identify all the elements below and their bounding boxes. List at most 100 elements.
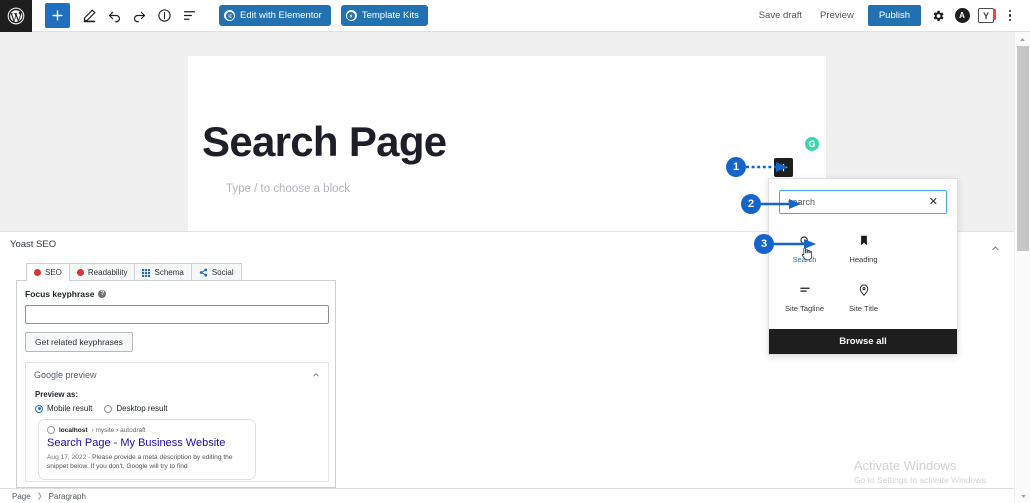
editor-tools-group: Edit with Elementor Template Kits <box>32 3 428 28</box>
redo-icon[interactable] <box>127 3 152 28</box>
radio-label: Desktop result <box>116 404 168 413</box>
scroll-up-arrow-icon[interactable] <box>1015 32 1030 46</box>
block-option-label: Heading <box>849 255 878 264</box>
annotation-number: 1 <box>726 157 746 177</box>
undo-icon[interactable] <box>102 3 127 28</box>
annotation-number: 3 <box>754 234 774 254</box>
breadcrumb-page[interactable]: Page <box>12 492 31 501</box>
tab-label: Schema <box>154 268 184 277</box>
account-avatar[interactable]: A <box>950 4 974 28</box>
focus-keyphrase-label: Focus keyphrase <box>25 289 95 299</box>
red-dot-icon <box>34 269 41 276</box>
preview-as-label: Preview as: <box>35 390 78 399</box>
snippet-date: Aug 17, 2022 <box>47 453 87 461</box>
scrollbar-thumb[interactable] <box>1017 46 1029 251</box>
pencil-icon[interactable] <box>77 3 102 28</box>
annotation-marker-2: 2 <box>741 194 803 214</box>
snippet-breadcrumb: › mysite › autodraft <box>91 426 146 434</box>
wordpress-block-editor: Edit with Elementor Template Kits Save d… <box>0 0 1030 503</box>
preview-button[interactable]: Preview <box>811 10 863 21</box>
yoast-logo: Y <box>978 8 996 23</box>
empty-block-placeholder[interactable]: Type / to choose a block <box>226 183 350 195</box>
preview-as-radio-group: Mobile result Desktop result <box>35 404 168 413</box>
tab-social[interactable]: Social <box>190 263 242 281</box>
radio-label: Mobile result <box>47 404 93 413</box>
google-snippet-preview[interactable]: localhost › mysite › autodraft Search Pa… <box>38 419 256 480</box>
get-related-keyphrases-button[interactable]: Get related keyphrases <box>25 332 133 352</box>
vertical-scrollbar[interactable] <box>1014 32 1030 503</box>
snippet-title: Search Page - My Business Website <box>47 437 226 449</box>
annotation-marker-3: 3 <box>754 234 818 254</box>
gear-icon[interactable] <box>926 4 950 28</box>
annotation-number: 2 <box>741 194 761 214</box>
scroll-down-arrow-icon[interactable] <box>1015 489 1030 503</box>
breadcrumb-paragraph[interactable]: Paragraph <box>49 492 86 501</box>
block-option-site-title[interactable]: Site Title <box>834 276 893 325</box>
google-preview-header[interactable]: Google preview <box>26 363 328 387</box>
yoast-tabs: SEO Readability Schema Social <box>26 263 242 281</box>
save-draft-button[interactable]: Save draft <box>750 10 811 21</box>
template-kits-icon <box>345 10 357 21</box>
block-breadcrumb-bar: Page ❯ Paragraph <box>0 488 1014 503</box>
kebab-menu-icon[interactable] <box>998 4 1022 28</box>
close-icon[interactable]: ✕ <box>927 195 940 210</box>
block-option-site-tagline[interactable]: Site Tagline <box>775 276 834 325</box>
map-pin-icon <box>857 282 871 298</box>
block-option-label: Site Tagline <box>784 304 825 313</box>
radio-circle-icon <box>104 404 113 413</box>
watermark-line-2: Go to Settings to activate Windows. <box>853 475 988 485</box>
chevron-up-icon[interactable] <box>991 240 1000 258</box>
focus-keyphrase-label-row: Focus keyphrase ? <box>25 289 107 299</box>
snippet-url-row: localhost › mysite › autodraft <box>47 426 247 434</box>
grammarly-icon[interactable]: G <box>805 137 819 151</box>
elementor-label: Edit with Elementor <box>240 10 322 21</box>
block-option-heading[interactable]: Heading <box>834 227 893 276</box>
browse-all-button[interactable]: Browse all <box>769 329 957 354</box>
info-icon[interactable] <box>152 3 177 28</box>
publish-button[interactable]: Publish <box>867 5 921 26</box>
chevron-up-icon[interactable] <box>312 371 320 379</box>
heading-pin-icon <box>857 233 871 249</box>
site-tagline-icon <box>798 282 812 298</box>
tab-label: SEO <box>45 268 62 277</box>
top-bar-actions: Save draft Preview Publish A Y <box>750 4 1030 28</box>
edit-with-elementor-button[interactable]: Edit with Elementor <box>219 5 331 26</box>
arrow-icon <box>746 162 788 172</box>
globe-icon <box>47 426 55 434</box>
yoast-seo-tab-content: Focus keyphrase ? Get related keyphrases… <box>16 280 336 488</box>
block-option-label: Site Title <box>848 304 879 313</box>
tab-seo[interactable]: SEO <box>26 263 70 281</box>
template-kits-button[interactable]: Template Kits <box>340 5 428 26</box>
wordpress-icon[interactable] <box>0 0 32 32</box>
kebab-dots <box>1008 9 1012 22</box>
windows-activation-watermark: Activate Windows Go to Settings to activ… <box>854 458 988 485</box>
arrow-icon <box>761 199 801 209</box>
avatar: A <box>954 8 970 23</box>
page-sheet: Search Page Type / to choose a block <box>188 56 826 231</box>
search-input-value: search <box>788 197 816 207</box>
annotation-marker-1: 1 <box>726 157 790 177</box>
yoast-panel-heading: Yoast SEO <box>10 239 57 250</box>
google-preview-section: Google preview Preview as: Mobile result… <box>25 362 329 482</box>
tab-label: Readability <box>87 268 128 277</box>
search-input[interactable]: search ✕ <box>779 190 947 214</box>
help-icon[interactable]: ? <box>98 290 107 298</box>
elementor-icon <box>224 10 235 21</box>
watermark-line-1: Activate Windows <box>853 458 957 474</box>
radio-circle-icon <box>35 404 43 413</box>
snippet-domain: localhost <box>59 426 88 434</box>
tab-schema[interactable]: Schema <box>134 263 192 281</box>
red-dot-icon <box>76 269 84 276</box>
add-block-button[interactable] <box>45 3 70 28</box>
radio-mobile-result[interactable]: Mobile result <box>35 404 92 413</box>
editor-top-bar: Edit with Elementor Template Kits Save d… <box>0 0 1030 32</box>
breadcrumb-separator: ❯ <box>36 493 43 500</box>
tab-readability[interactable]: Readability <box>68 263 136 281</box>
scrollbar-track[interactable] <box>1017 46 1029 489</box>
list-view-icon[interactable] <box>177 3 202 28</box>
yoast-seo-icon[interactable]: Y <box>974 4 998 28</box>
template-kits-label: Template Kits <box>361 10 419 21</box>
page-title[interactable]: Search Page <box>202 118 447 166</box>
focus-keyphrase-input[interactable] <box>25 305 329 324</box>
radio-desktop-result[interactable]: Desktop result <box>104 404 168 413</box>
